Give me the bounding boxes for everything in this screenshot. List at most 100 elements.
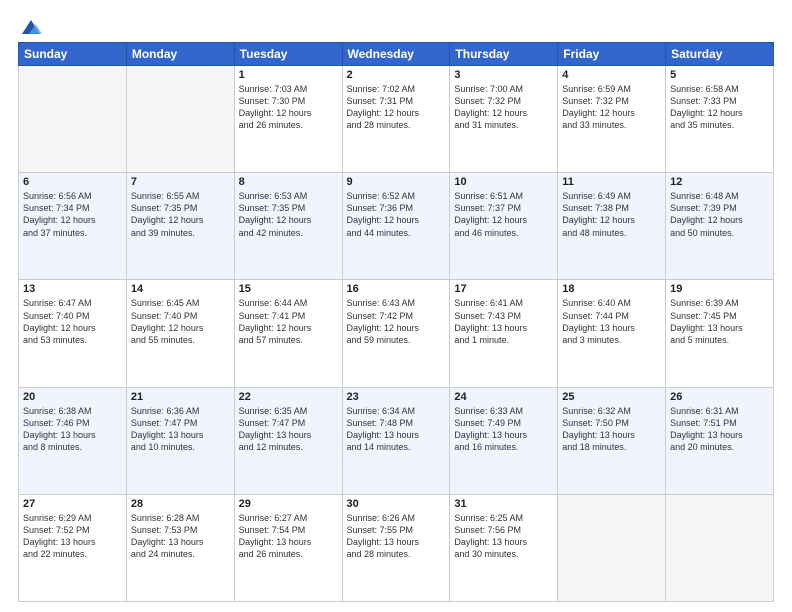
day-number: 30 [347,498,446,510]
header [18,18,774,34]
day-info: Sunrise: 7:03 AM Sunset: 7:30 PM Dayligh… [239,83,338,132]
calendar-cell: 17 Sunrise: 6:41 AM Sunset: 7:43 PM Dayli… [450,280,558,387]
calendar-cell: 19 Sunrise: 6:39 AM Sunset: 7:45 PM Dayli… [666,280,774,387]
day-number: 19 [670,283,769,295]
day-info: Sunrise: 6:32 AM Sunset: 7:50 PM Dayligh… [562,405,661,454]
calendar-cell: 24 Sunrise: 6:33 AM Sunset: 7:49 PM Dayli… [450,387,558,494]
week-row-4: 20 Sunrise: 6:38 AM Sunset: 7:46 PM Dayli… [19,387,774,494]
calendar-cell: 13Sunrise: 6:47 AM Sunset: 7:40 PM Dayli… [19,280,127,387]
calendar-cell: 4 Sunrise: 6:59 AM Sunset: 7:32 PM Daylig… [558,66,666,173]
day-info: Sunrise: 6:36 AM Sunset: 7:47 PM Dayligh… [131,405,230,454]
day-info: Sunrise: 7:02 AM Sunset: 7:31 PM Dayligh… [347,83,446,132]
day-info: Sunrise: 6:43 AM Sunset: 7:42 PM Dayligh… [347,297,446,346]
calendar-cell: 5 Sunrise: 6:58 AM Sunset: 7:33 PM Daylig… [666,66,774,173]
day-number: 14 [131,283,230,295]
day-number: 24 [454,391,553,403]
calendar-cell [19,66,127,173]
calendar-cell: 22 Sunrise: 6:35 AM Sunset: 7:47 PM Dayli… [234,387,342,494]
calendar-cell [666,494,774,601]
weekday-header-friday: Friday [558,43,666,66]
day-number: 25 [562,391,661,403]
weekday-header-sunday: Sunday [19,43,127,66]
day-info: Sunrise: 6:45 AM Sunset: 7:40 PM Dayligh… [131,297,230,346]
day-number: 10 [454,176,553,188]
day-info: Sunrise: 7:00 AM Sunset: 7:32 PM Dayligh… [454,83,553,132]
calendar-cell: 27 Sunrise: 6:29 AM Sunset: 7:52 PM Dayli… [19,494,127,601]
day-info: Sunrise: 6:33 AM Sunset: 7:49 PM Dayligh… [454,405,553,454]
day-number: 7 [131,176,230,188]
weekday-header-thursday: Thursday [450,43,558,66]
calendar-cell: 23Sunrise: 6:34 AM Sunset: 7:48 PM Dayli… [342,387,450,494]
day-number: 2 [347,69,446,81]
day-info: Sunrise: 6:59 AM Sunset: 7:32 PM Dayligh… [562,83,661,132]
day-number: 20 [23,391,122,403]
calendar-cell: 25 Sunrise: 6:32 AM Sunset: 7:50 PM Dayli… [558,387,666,494]
calendar-cell: 18 Sunrise: 6:40 AM Sunset: 7:44 PM Dayli… [558,280,666,387]
day-info: Sunrise: 6:39 AM Sunset: 7:45 PM Dayligh… [670,297,769,346]
day-number: 26 [670,391,769,403]
day-number: 31 [454,498,553,510]
weekday-header-wednesday: Wednesday [342,43,450,66]
day-number: 12 [670,176,769,188]
day-info: Sunrise: 6:26 AM Sunset: 7:55 PM Dayligh… [347,512,446,561]
logo [18,18,42,34]
calendar-cell [126,66,234,173]
calendar-cell: 2 Sunrise: 7:02 AM Sunset: 7:31 PM Daylig… [342,66,450,173]
day-number: 9 [347,176,446,188]
day-info: Sunrise: 6:35 AM Sunset: 7:47 PM Dayligh… [239,405,338,454]
calendar-cell: 14 Sunrise: 6:45 AM Sunset: 7:40 PM Dayli… [126,280,234,387]
day-info: Sunrise: 6:41 AM Sunset: 7:43 PM Dayligh… [454,297,553,346]
day-number: 17 [454,283,553,295]
day-number: 11 [562,176,661,188]
calendar-cell: 15 Sunrise: 6:44 AM Sunset: 7:41 PM Dayli… [234,280,342,387]
calendar-table: SundayMondayTuesdayWednesdayThursdayFrid… [18,42,774,602]
calendar-cell: 28Sunrise: 6:28 AM Sunset: 7:53 PM Dayli… [126,494,234,601]
weekday-header-monday: Monday [126,43,234,66]
day-info: Sunrise: 6:38 AM Sunset: 7:46 PM Dayligh… [23,405,122,454]
calendar-cell: 3 Sunrise: 7:00 AM Sunset: 7:32 PM Daylig… [450,66,558,173]
calendar-cell: 1 Sunrise: 7:03 AM Sunset: 7:30 PM Daylig… [234,66,342,173]
logo-icon [20,18,42,36]
calendar-cell: 11 Sunrise: 6:49 AM Sunset: 7:38 PM Dayli… [558,173,666,280]
day-info: Sunrise: 6:29 AM Sunset: 7:52 PM Dayligh… [23,512,122,561]
day-number: 15 [239,283,338,295]
day-number: 22 [239,391,338,403]
week-row-5: 27 Sunrise: 6:29 AM Sunset: 7:52 PM Dayli… [19,494,774,601]
day-info: Sunrise: 6:27 AM Sunset: 7:54 PM Dayligh… [239,512,338,561]
day-info: Sunrise: 6:48 AM Sunset: 7:39 PM Dayligh… [670,190,769,239]
day-number: 1 [239,69,338,81]
week-row-3: 13Sunrise: 6:47 AM Sunset: 7:40 PM Dayli… [19,280,774,387]
day-info: Sunrise: 6:40 AM Sunset: 7:44 PM Dayligh… [562,297,661,346]
calendar-page: SundayMondayTuesdayWednesdayThursdayFrid… [0,0,792,612]
day-info: Sunrise: 6:49 AM Sunset: 7:38 PM Dayligh… [562,190,661,239]
day-number: 3 [454,69,553,81]
calendar-cell: 9 Sunrise: 6:52 AM Sunset: 7:36 PM Daylig… [342,173,450,280]
day-info: Sunrise: 6:56 AM Sunset: 7:34 PM Dayligh… [23,190,122,239]
day-number: 5 [670,69,769,81]
calendar-cell: 8Sunrise: 6:53 AM Sunset: 7:35 PM Daylig… [234,173,342,280]
calendar-cell: 29 Sunrise: 6:27 AM Sunset: 7:54 PM Dayli… [234,494,342,601]
day-number: 6 [23,176,122,188]
day-info: Sunrise: 6:55 AM Sunset: 7:35 PM Dayligh… [131,190,230,239]
day-number: 8 [239,176,338,188]
day-info: Sunrise: 6:58 AM Sunset: 7:33 PM Dayligh… [670,83,769,132]
day-number: 18 [562,283,661,295]
calendar-cell: 26 Sunrise: 6:31 AM Sunset: 7:51 PM Dayli… [666,387,774,494]
day-number: 29 [239,498,338,510]
day-info: Sunrise: 6:44 AM Sunset: 7:41 PM Dayligh… [239,297,338,346]
day-info: Sunrise: 6:52 AM Sunset: 7:36 PM Dayligh… [347,190,446,239]
day-number: 13 [23,283,122,295]
calendar-cell: 31Sunrise: 6:25 AM Sunset: 7:56 PM Dayli… [450,494,558,601]
calendar-cell: 7 Sunrise: 6:55 AM Sunset: 7:35 PM Daylig… [126,173,234,280]
calendar-cell: 6 Sunrise: 6:56 AM Sunset: 7:34 PM Daylig… [19,173,127,280]
calendar-cell: 20 Sunrise: 6:38 AM Sunset: 7:46 PM Dayli… [19,387,127,494]
day-info: Sunrise: 6:51 AM Sunset: 7:37 PM Dayligh… [454,190,553,239]
calendar-cell: 16 Sunrise: 6:43 AM Sunset: 7:42 PM Dayli… [342,280,450,387]
day-number: 16 [347,283,446,295]
calendar-cell: 12 Sunrise: 6:48 AM Sunset: 7:39 PM Dayli… [666,173,774,280]
calendar-cell: 10 Sunrise: 6:51 AM Sunset: 7:37 PM Dayli… [450,173,558,280]
calendar-cell: 30 Sunrise: 6:26 AM Sunset: 7:55 PM Dayli… [342,494,450,601]
day-number: 27 [23,498,122,510]
day-number: 4 [562,69,661,81]
day-info: Sunrise: 6:31 AM Sunset: 7:51 PM Dayligh… [670,405,769,454]
